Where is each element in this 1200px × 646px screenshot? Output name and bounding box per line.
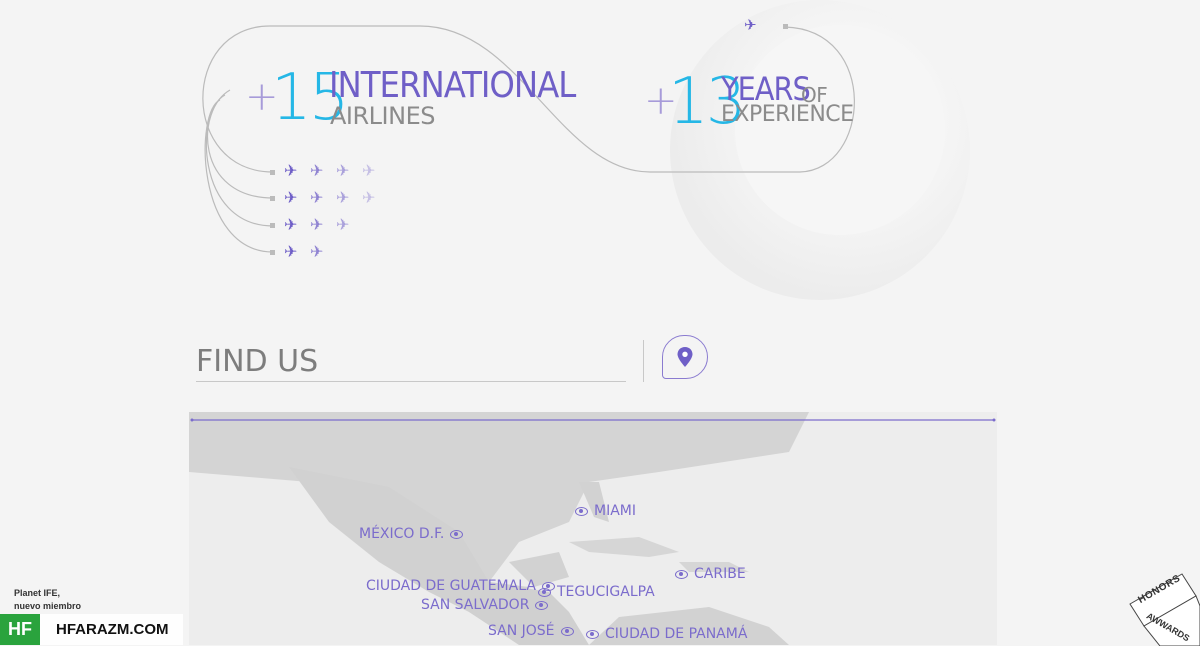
airplane-icon: ✈ [362, 190, 376, 207]
planet-line-2: nuevo miembro [14, 601, 82, 611]
city-label: CIUDAD DE PANAMÁ [605, 626, 748, 642]
stat-subtitle: EXPERIENCE [721, 102, 854, 127]
city-label: MIAMI [594, 503, 636, 519]
airplane-icon: ✈ [310, 244, 324, 261]
map-background [189, 412, 997, 645]
watermark: HF HFARAZM.COM [0, 614, 183, 645]
eye-icon [675, 569, 688, 579]
airplane-icon: ✈ [284, 163, 298, 180]
map-marker-san-salvador[interactable]: SAN SALVADOR [421, 597, 549, 613]
airplane-icon: ✈ [310, 217, 324, 234]
watermark-logo: HF [0, 614, 40, 645]
airplane-icon: ✈ [310, 163, 324, 180]
stat-subtitle: AIRLINES [330, 102, 435, 130]
city-label: MÉXICO D.F. [359, 526, 445, 542]
map-marker-tegucigalpa[interactable]: TEGUCIGALPA [538, 584, 655, 600]
map-marker-san-jose[interactable]: SAN JOSÉ [488, 623, 574, 639]
airplane-icon: ✈ [336, 217, 350, 234]
airplane-icon: ✈ [284, 190, 298, 207]
airplane-icon: ✈ [336, 163, 350, 180]
divider [643, 340, 644, 382]
planet-line-1: Planet IFE, [14, 588, 61, 598]
location-pin-icon [677, 347, 693, 367]
eye-icon [575, 506, 588, 516]
eye-icon [538, 587, 551, 597]
airplane-icon: ✈ [336, 190, 350, 207]
stat-title: YEARS [721, 70, 811, 108]
city-label: CIUDAD DE GUATEMALA [366, 578, 536, 594]
city-label: SAN SALVADOR [421, 597, 530, 613]
airplane-icon: ✈ [284, 217, 298, 234]
map-marker-ciudad-de-panama[interactable]: CIUDAD DE PANAMÁ [586, 626, 747, 642]
honors-ribbon[interactable]: HONORS AWWARDS [1120, 566, 1200, 646]
map-marker-ciudad-de-guatemala[interactable]: CIUDAD DE GUATEMALA [366, 578, 555, 594]
airplane-grid: ✈ ✈ ✈ ✈ ✈ ✈ ✈ ✈ ✈ ✈ ✈ ✈ ✈ [284, 164, 404, 264]
airplane-icon: ✈ [310, 190, 324, 207]
find-us-underline [196, 381, 626, 382]
location-button[interactable] [662, 335, 708, 379]
map-marker-caribe[interactable]: CARIBE [675, 566, 746, 582]
eye-icon [586, 629, 599, 639]
city-label: CARIBE [694, 566, 746, 582]
planet-ife-note[interactable]: Planet IFE, nuevo miembro [14, 587, 81, 613]
city-label: SAN JOSÉ [488, 623, 555, 639]
eye-icon [560, 626, 574, 636]
eye-icon [450, 529, 464, 539]
airplane-icon: ✈ [744, 17, 757, 34]
airplane-icon: ✈ [362, 163, 376, 180]
watermark-text: HFARAZM.COM [56, 621, 169, 638]
eye-icon [535, 600, 549, 610]
stat-title: INTERNATIONAL [329, 65, 576, 106]
find-us-title: FIND US [196, 344, 319, 379]
city-label: TEGUCIGALPA [557, 584, 655, 600]
airplane-icon: ✈ [284, 244, 298, 261]
map-marker-miami[interactable]: MIAMI [575, 503, 636, 519]
map[interactable]: MIAMI MÉXICO D.F. CARIBE CIUDAD DE GUATE… [189, 412, 997, 645]
map-marker-mexico-df[interactable]: MÉXICO D.F. [359, 526, 464, 542]
